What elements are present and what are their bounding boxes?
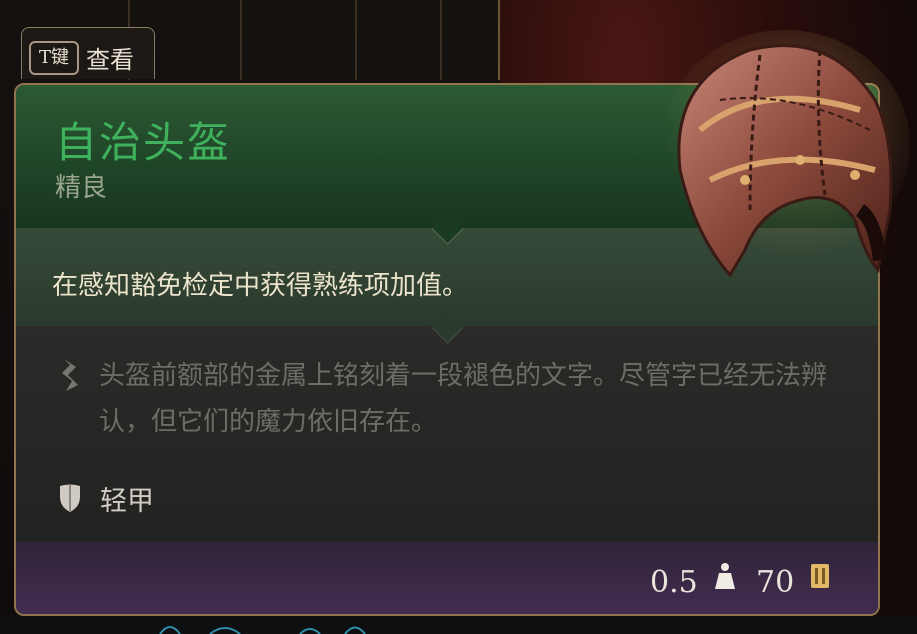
shield-icon: [60, 484, 80, 512]
item-effect: 在感知豁免检定中获得熟练项加值。: [52, 271, 469, 301]
inspect-label: 查看: [86, 46, 134, 74]
tooltip-footer: [16, 542, 878, 614]
inspect-key-hint[interactable]: T键 查看: [21, 27, 155, 79]
item-description: 头盔前额部的金属上铭刻着一段褪色的文字。尽管字已经无法辨认，但它们的魔力依旧存在…: [99, 361, 828, 437]
t-key-cap: T键: [29, 41, 79, 75]
rune-decoration: [159, 626, 366, 634]
quill-icon: [62, 359, 78, 391]
item-name: 自治头盔: [55, 118, 232, 167]
weight-icon: [715, 563, 735, 589]
armor-type: 轻甲: [100, 486, 154, 517]
slot-divider: [240, 0, 242, 80]
slot-divider: [440, 0, 442, 80]
bottom-bar: [0, 616, 917, 634]
slot-divider: [355, 0, 357, 80]
gold-coin-icon: [811, 564, 829, 588]
item-value: 70: [756, 565, 795, 600]
item-weight: 0.5: [650, 565, 698, 600]
item-rarity: 精良: [55, 173, 108, 203]
helmet-icon: [677, 44, 893, 278]
